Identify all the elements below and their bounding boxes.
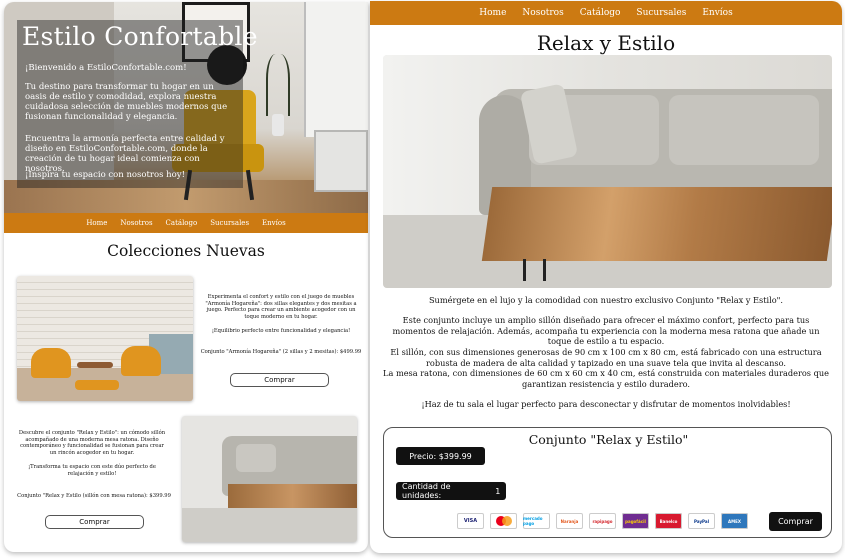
inspire-text: ¡Inspira tu espacio con nosotros hoy! <box>25 170 185 180</box>
welcome-text: ¡Bienvenido a EstiloConfortable.com! <box>25 63 187 73</box>
mercado-pago-icon: mercado pago <box>523 513 550 529</box>
product-description: Experimenta el confort y estilo con el j… <box>205 294 357 320</box>
visa-icon: VISA <box>457 513 484 529</box>
buy-button[interactable]: Comprar <box>769 512 822 531</box>
product-title: Relax y Estilo <box>536 31 676 55</box>
sofa-table-image[interactable] <box>182 416 357 542</box>
intro-text: Tu destino para transformar tu hogar en … <box>25 82 228 122</box>
product-includes: Este conjunto incluye un amplio sillón d… <box>392 315 820 346</box>
quantity-label: Cantidad de unidades: <box>402 482 451 500</box>
plant-decor <box>266 54 290 116</box>
nav-sucursales[interactable]: Sucursales <box>636 8 686 18</box>
product-price: Conjunto "Armonía Hogareña" (2 sillas y … <box>200 349 362 355</box>
product-tagline: ¡Transforma tu espacio con este dúo perf… <box>28 464 156 477</box>
main-nav: Home Nosotros Catálogo Sucursales Envíos <box>4 213 368 233</box>
product-price: Conjunto "Relax y Estilo (sillón con mes… <box>17 493 171 499</box>
buy-button[interactable]: Comprar <box>230 373 329 387</box>
nav-home[interactable]: Home <box>86 219 107 227</box>
nav-catalogo[interactable]: Catálogo <box>580 8 621 18</box>
product-dimensions: El sillón, con sus dimensiones generosas… <box>383 347 829 389</box>
pagofacil-icon: pagofácil <box>622 513 649 529</box>
site-title: Estilo Confortable <box>22 22 258 51</box>
naranja-icon: Naranja <box>556 513 583 529</box>
coffee-table <box>481 187 832 261</box>
product-intro: Sumérgete en el lujo y la comodidad con … <box>428 295 784 305</box>
product-closing: ¡Haz de tu sala el lugar perfecto para d… <box>421 399 791 409</box>
nav-envios[interactable]: Envíos <box>262 219 286 227</box>
product-description: Descubre el conjunto "Relax y Estilo": u… <box>18 430 166 456</box>
payment-methods: VISA mercado pago Naranja rapipago pagof… <box>457 513 748 529</box>
paypal-icon: PayPal <box>688 513 715 529</box>
hero-section: Estilo Confortable ¡Bienvenido a EstiloC… <box>4 2 368 213</box>
banelco-icon: Banelco <box>655 513 682 529</box>
product-page-card: Home Nosotros Catálogo Sucursales Envíos… <box>370 1 842 553</box>
quantity-value[interactable]: 1 <box>489 486 506 496</box>
quantity-selector[interactable]: Cantidad de unidades: 1 <box>396 482 506 500</box>
buy-button[interactable]: Comprar <box>45 515 144 529</box>
nav-catalogo[interactable]: Catálogo <box>166 219 198 227</box>
rapipago-icon: rapipago <box>589 513 616 529</box>
purchase-box: Conjunto "Relax y Estilo" Precio: $399.9… <box>383 427 832 538</box>
nav-nosotros[interactable]: Nosotros <box>120 219 152 227</box>
nav-nosotros[interactable]: Nosotros <box>522 8 563 18</box>
home-page-card: Estilo Confortable ¡Bienvenido a EstiloC… <box>4 2 368 552</box>
product-main-image <box>383 55 832 288</box>
nav-envios[interactable]: Envíos <box>702 8 732 18</box>
living-room-chairs-image[interactable] <box>17 276 193 401</box>
harmony-text: Encuentra la armonía perfecta entre cali… <box>25 134 225 174</box>
main-nav: Home Nosotros Catálogo Sucursales Envíos <box>370 1 842 25</box>
mastercard-icon <box>490 513 517 529</box>
purchase-box-title: Conjunto "Relax y Estilo" <box>528 432 689 447</box>
nav-home[interactable]: Home <box>479 8 506 18</box>
price-badge: Precio: $399.99 <box>396 447 485 465</box>
product-tagline: ¡Equilibrio perfecto entre funcionalidad… <box>211 328 351 334</box>
section-title: Colecciones Nuevas <box>107 242 265 260</box>
nav-sucursales[interactable]: Sucursales <box>210 219 249 227</box>
amex-icon: AMEX <box>721 513 748 529</box>
